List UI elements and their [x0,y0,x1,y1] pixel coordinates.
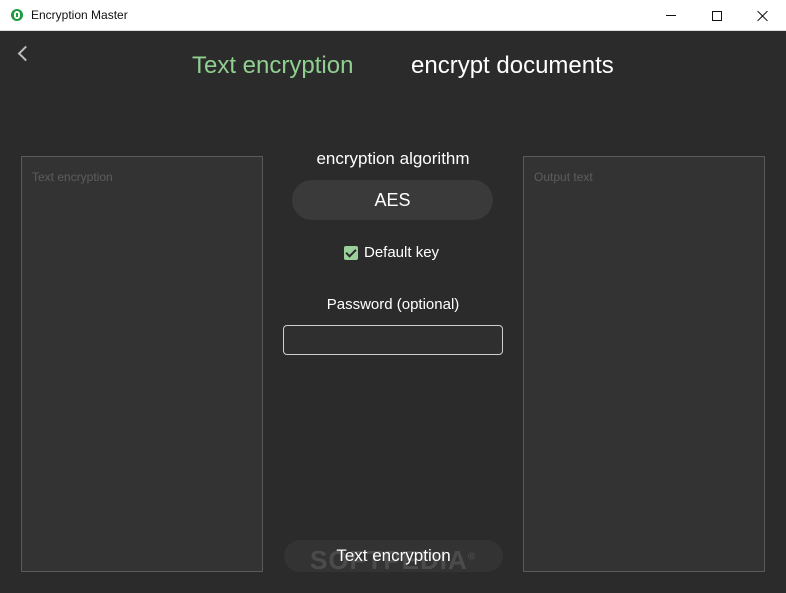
close-icon [757,10,769,22]
watermark: SOFTPEDIA® [310,545,476,576]
window-title: Encryption Master [31,8,128,22]
default-key-checkbox[interactable] [344,245,358,260]
tab-text-encryption[interactable]: Text encryption [192,52,353,80]
close-button[interactable] [740,0,786,31]
default-key-option[interactable]: Default key [344,244,439,261]
lock-icon [11,9,23,21]
password-input[interactable] [283,325,503,355]
minimize-icon [666,15,676,16]
maximize-button[interactable] [694,0,740,31]
output-placeholder: Output text [534,170,593,184]
default-key-label: Default key [364,244,440,261]
minimize-button[interactable] [648,0,694,31]
input-placeholder: Text encryption [32,170,113,184]
output-text-area[interactable]: Output text [523,156,765,572]
watermark-mark: ® [467,551,477,563]
password-label: Password (optional) [326,296,460,313]
algorithm-label: encryption algorithm [316,149,470,168]
algorithm-selected-value: AES [374,189,411,210]
watermark-text: SOFTPEDIA [310,545,468,575]
input-text-area[interactable]: Text encryption [21,156,263,572]
maximize-icon [712,10,722,21]
title-bar: Encryption Master [0,0,786,31]
algorithm-select[interactable]: AES [292,180,493,220]
tab-encrypt-documents[interactable]: encrypt documents [411,52,614,80]
back-button[interactable] [10,40,36,66]
